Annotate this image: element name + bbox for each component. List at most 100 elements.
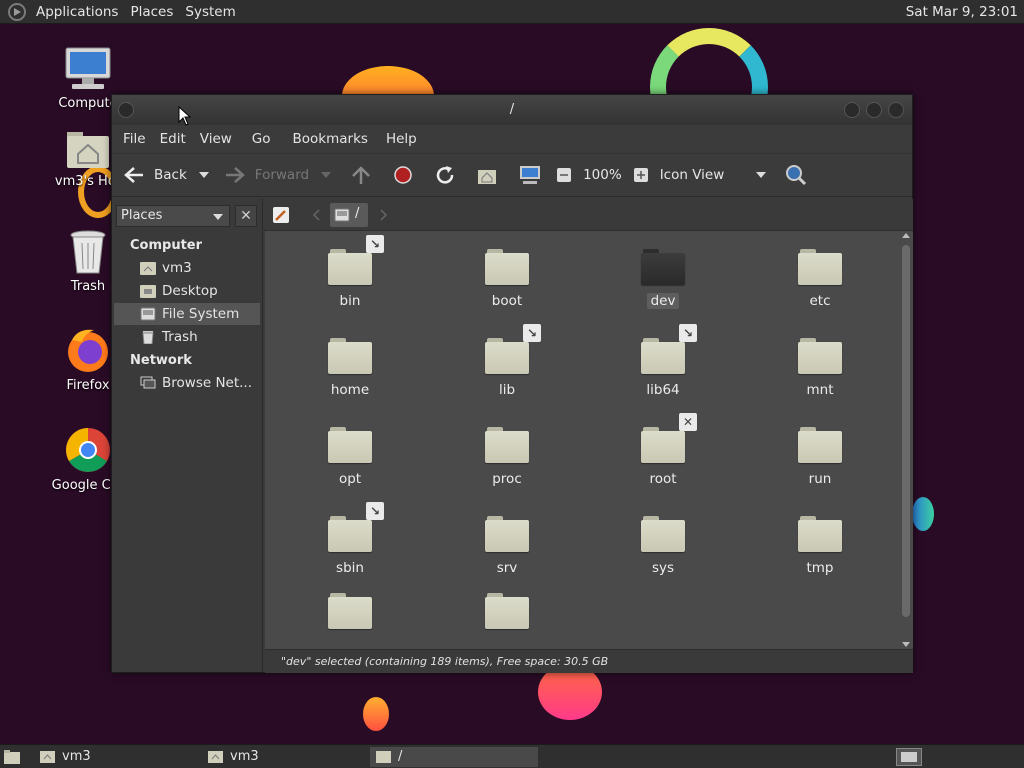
file-item[interactable]: srv — [452, 516, 562, 576]
search-icon[interactable] — [784, 163, 808, 187]
desktop-decor-orange-dot — [363, 697, 389, 731]
folder-icon: ↘ — [485, 324, 541, 374]
maximize-button[interactable] — [866, 102, 882, 118]
taskbar-item-label: / — [398, 749, 403, 764]
file-item[interactable]: tmp — [765, 516, 875, 576]
file-item[interactable] — [452, 593, 562, 629]
edit-location-icon[interactable] — [270, 204, 292, 226]
clock[interactable]: Sat Mar 9, 23:01 — [906, 0, 1018, 24]
menu-go[interactable]: Go — [245, 131, 278, 147]
file-manager-window: / File Edit View Go Bookmarks Help Back … — [111, 94, 913, 673]
reload-icon[interactable] — [433, 164, 457, 186]
sidebar-item-desktop[interactable]: Desktop — [114, 280, 260, 302]
sidebar-heading-computer: Computer — [130, 238, 203, 253]
folder-icon: ✕ — [641, 413, 697, 463]
menu-help[interactable]: Help — [379, 131, 424, 147]
distro-logo-icon[interactable] — [8, 2, 26, 21]
file-icon-view[interactable]: ↘ bin boot dev etc home ↘ lib ↘ lib64 mnt opt proc ✕ r… — [265, 231, 913, 649]
sidebar-item-file-system[interactable]: File System — [114, 303, 260, 325]
file-item[interactable]: ↘ sbin — [295, 502, 405, 576]
file-item[interactable]: ↘ lib — [452, 324, 562, 398]
home-icon[interactable] — [475, 164, 499, 186]
path-segment-root[interactable]: / — [330, 203, 368, 227]
file-item-name: bin — [339, 293, 361, 309]
folder-icon: ↘ — [641, 324, 697, 374]
drive-icon — [140, 307, 156, 321]
scrollbar-thumb[interactable] — [902, 245, 910, 617]
taskbar-item[interactable]: vm3 — [202, 747, 366, 767]
window-menu-button[interactable] — [118, 102, 134, 118]
folder-icon — [798, 338, 842, 374]
file-item-name: run — [808, 471, 832, 487]
status-bar: "dev" selected (containing 189 items), F… — [265, 649, 913, 673]
path-segment-label: / — [355, 206, 360, 221]
zoom-in-icon[interactable] — [632, 166, 650, 184]
file-item[interactable]: ↘ lib64 — [608, 324, 718, 398]
path-scroll-left-icon[interactable] — [312, 208, 322, 222]
zoom-level[interactable]: 100% — [583, 160, 622, 190]
file-item[interactable]: home — [295, 338, 405, 398]
folder-icon — [485, 593, 529, 629]
desktop-folder-icon — [140, 285, 156, 298]
sidebar-item-vm3[interactable]: vm3 — [114, 257, 260, 279]
trash-icon — [142, 331, 154, 344]
file-item-name: home — [330, 382, 370, 398]
file-item[interactable]: proc — [452, 427, 562, 487]
menu-applications[interactable]: Applications — [30, 0, 124, 24]
folder-icon — [328, 427, 372, 463]
file-item-name: proc — [492, 471, 522, 487]
back-history-dropdown-icon[interactable] — [198, 172, 209, 178]
menu-places[interactable]: Places — [124, 0, 179, 24]
file-item-name: dev — [646, 293, 680, 309]
close-button[interactable] — [888, 102, 904, 118]
sidebar-close-button[interactable]: ✕ — [235, 205, 257, 227]
view-mode-select[interactable]: Icon View — [660, 160, 777, 190]
stop-icon[interactable] — [391, 164, 415, 186]
trash-icon — [70, 230, 106, 274]
up-arrow-icon[interactable] — [349, 164, 373, 186]
file-item[interactable]: sys — [608, 516, 718, 576]
menu-view[interactable]: View — [193, 131, 239, 147]
show-desktop-icon[interactable] — [3, 749, 21, 765]
unreadable-emblem-icon: ✕ — [679, 413, 697, 431]
menu-system[interactable]: System — [179, 0, 241, 24]
window-titlebar[interactable]: / — [112, 95, 912, 125]
taskbar-item-label: vm3 — [230, 749, 259, 764]
computer-icon[interactable] — [517, 164, 543, 186]
file-item[interactable]: etc — [765, 249, 875, 309]
forward-button[interactable]: Forward — [223, 160, 309, 190]
taskbar-item-active[interactable]: / — [370, 747, 538, 767]
sidebar-item-trash[interactable]: Trash — [114, 326, 260, 348]
file-item[interactable]: mnt — [765, 338, 875, 398]
forward-history-dropdown-icon[interactable] — [321, 172, 332, 178]
file-item-name: sys — [651, 560, 675, 576]
file-item[interactable] — [295, 593, 405, 629]
symlink-emblem-icon: ↘ — [366, 502, 384, 520]
sidebar-type-select[interactable]: Places — [116, 205, 230, 227]
zoom-out-icon[interactable] — [555, 166, 573, 184]
file-item[interactable]: dev — [608, 249, 718, 309]
menu-edit[interactable]: Edit — [153, 131, 193, 147]
menu-bookmarks[interactable]: Bookmarks — [286, 131, 375, 147]
file-item[interactable]: run — [765, 427, 875, 487]
folder-icon — [328, 338, 372, 374]
file-item[interactable]: boot — [452, 249, 562, 309]
sidebar-item-browse-network[interactable]: Browse Net... — [114, 372, 260, 394]
file-item-name: etc — [809, 293, 831, 309]
file-item[interactable]: ✕ root — [608, 413, 718, 487]
workspace-switcher[interactable] — [896, 748, 922, 766]
back-arrow-icon — [124, 167, 143, 183]
file-item[interactable]: opt — [295, 427, 405, 487]
window-title: / — [509, 102, 515, 117]
folder-icon — [798, 249, 842, 285]
menu-file[interactable]: File — [116, 131, 153, 147]
path-scroll-right-icon[interactable] — [378, 208, 388, 222]
back-button[interactable]: Back — [122, 160, 187, 190]
file-item[interactable]: ↘ bin — [295, 235, 405, 309]
vertical-scrollbar[interactable] — [901, 233, 911, 647]
desktop-icon-label: Compute — [58, 96, 118, 111]
minimize-button[interactable] — [844, 102, 860, 118]
file-item-name: tmp — [806, 560, 834, 576]
taskbar-item[interactable]: vm3 — [34, 747, 198, 767]
sidebar-item-label: Browse Net... — [162, 375, 253, 391]
